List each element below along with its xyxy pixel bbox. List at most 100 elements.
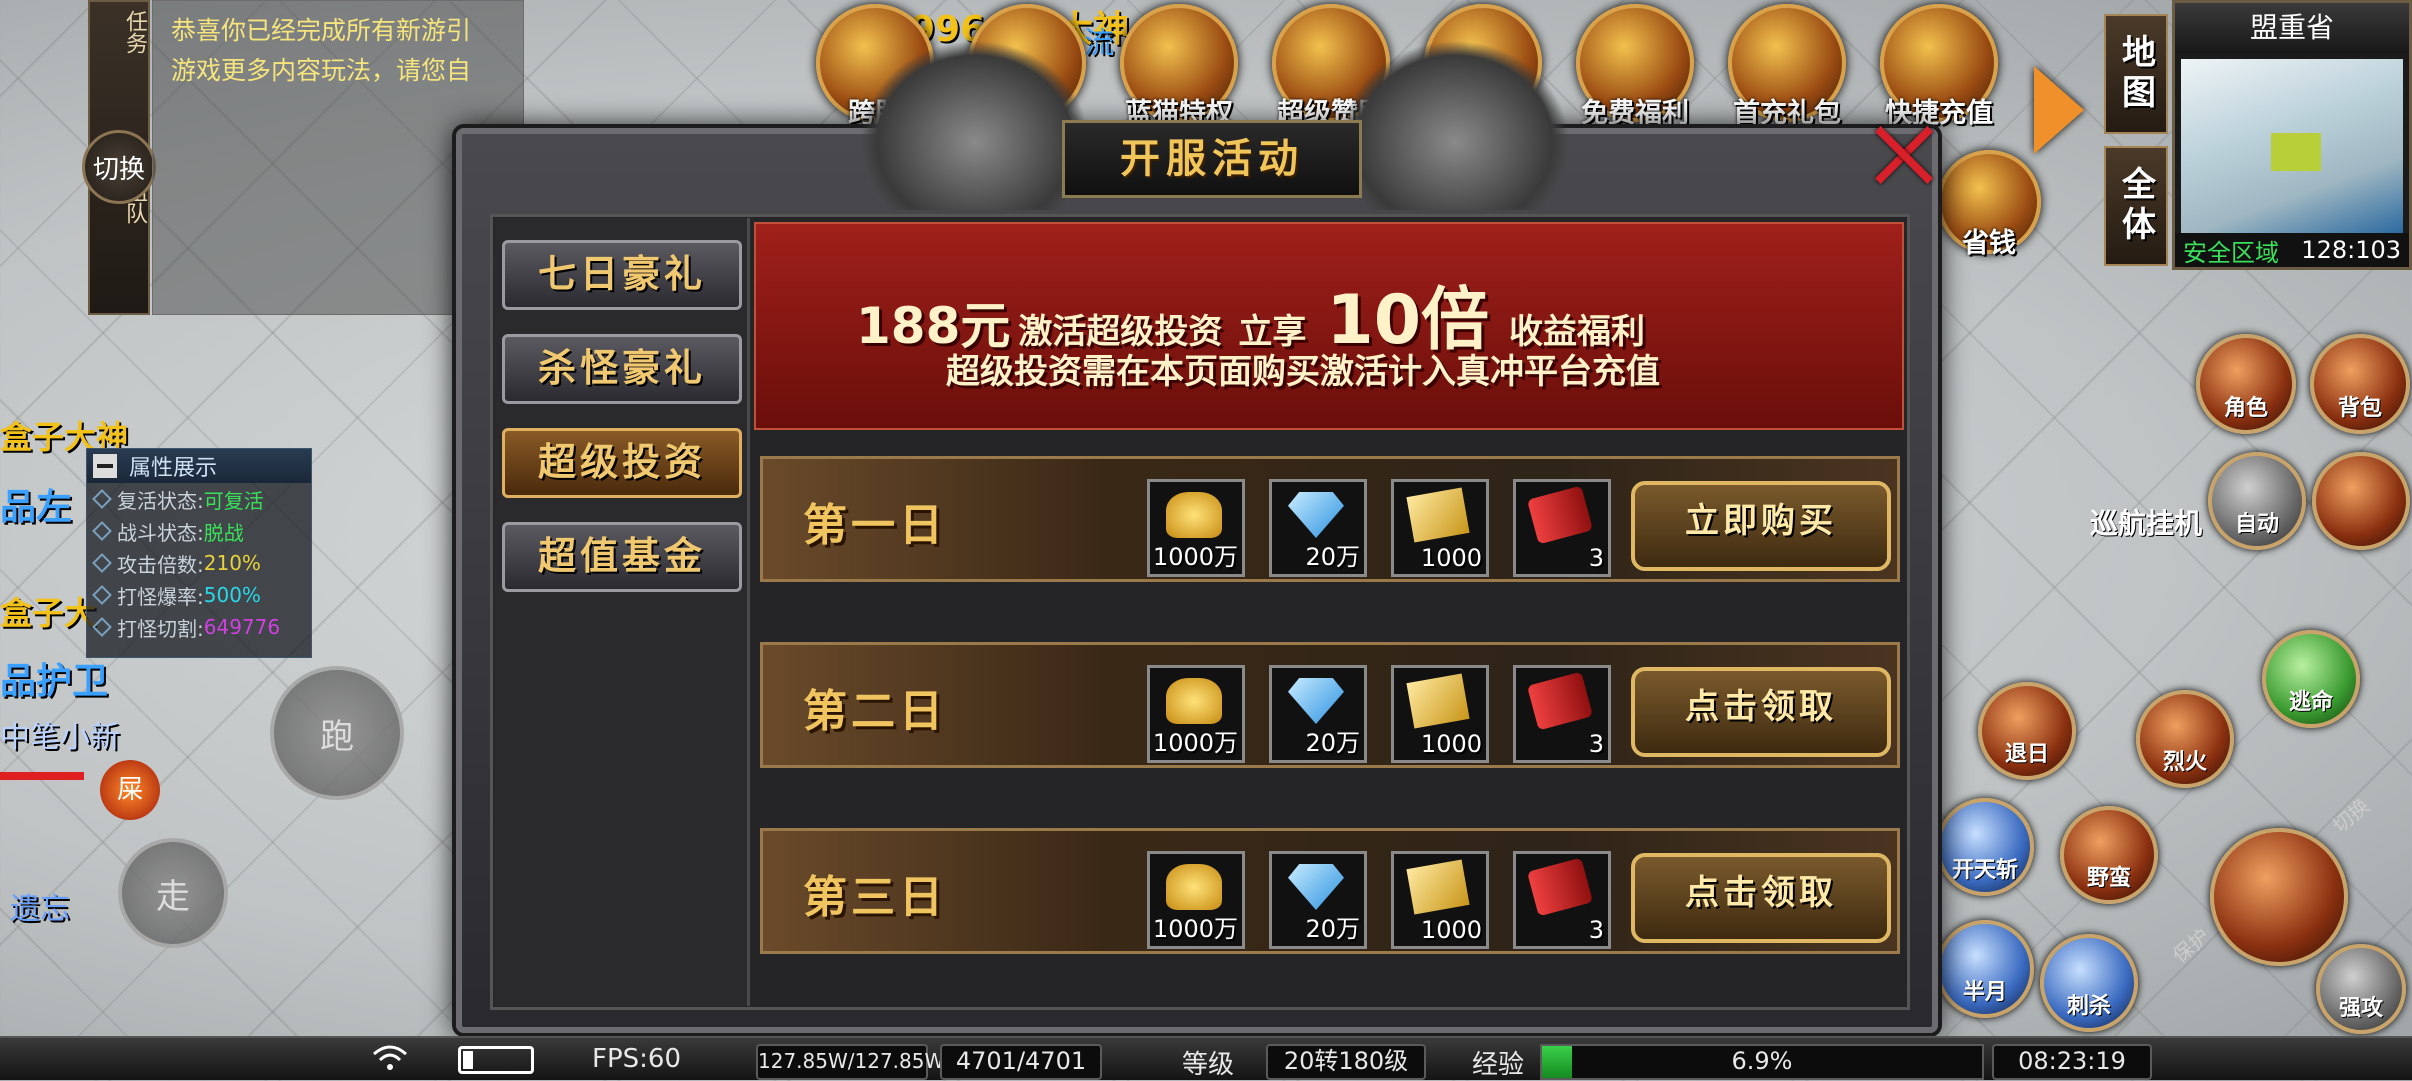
reward-item[interactable]: 1000万 <box>1147 479 1245 577</box>
reward-item[interactable]: 1000 <box>1391 665 1489 763</box>
attr-key: 打怪爆率: <box>117 584 204 609</box>
tab-kill-monster-gift[interactable]: 杀怪豪礼 <box>502 334 742 404</box>
fire-orb-icon[interactable]: 屎 <box>100 760 160 820</box>
walk-button[interactable]: 走 <box>118 838 228 948</box>
item-count: 1000 <box>1420 916 1482 944</box>
power-value: 127.85W/127.85W <box>756 1044 944 1080</box>
attribute-header[interactable]: 属性展示 <box>87 449 311 483</box>
character-button[interactable]: 角色 <box>2196 334 2296 434</box>
blue-cat-privilege-icon[interactable]: 蓝猫特权 <box>1116 4 1242 130</box>
tab-seven-day-gift[interactable]: 七日豪礼 <box>502 240 742 310</box>
map-button[interactable]: 地图 <box>2104 14 2168 134</box>
item-count: 1000万 <box>1152 543 1238 571</box>
buy-now-button[interactable]: 立即购买 <box>1631 481 1891 571</box>
fps-label: FPS:60 <box>592 1044 681 1074</box>
exp-percent: 6.9% <box>1731 1047 1793 1075</box>
claim-button[interactable]: 点击领取 <box>1631 667 1891 757</box>
first-recharge-icon[interactable]: 首充礼包 <box>1724 4 1850 130</box>
item-count: 3 <box>1588 730 1604 758</box>
open-sky-skill[interactable]: 开天斩 <box>1936 798 2034 896</box>
compass-icon[interactable] <box>2312 452 2410 550</box>
reward-item[interactable]: 20万 <box>1269 851 1367 949</box>
auto-button[interactable]: 自动 <box>2208 452 2306 550</box>
diamond-icon <box>1288 864 1344 910</box>
reward-item[interactable]: 20万 <box>1269 665 1367 763</box>
reward-item[interactable]: 1000万 <box>1147 851 1245 949</box>
diamond-icon <box>1288 678 1344 724</box>
tab-value-fund[interactable]: 超值基金 <box>502 522 742 592</box>
gold-note-icon <box>1406 859 1470 915</box>
item-count: 20万 <box>1305 915 1360 943</box>
dragon-ornament-icon <box>1340 40 1570 210</box>
close-icon[interactable] <box>1866 118 1940 192</box>
quick-recharge-icon[interactable]: 快捷充值 <box>1876 4 2002 130</box>
attribute-panel: 属性展示 复活状态: 可复活 战斗状态: 脱战 攻击倍数: 210% 打怪爆率: 500… <box>86 448 312 658</box>
minimap-marker <box>2271 133 2321 171</box>
attr-value: 可复活 <box>203 488 264 513</box>
attr-key: 打怪切割: <box>117 616 204 641</box>
investment-banner: 188元 激活超级投资 立享 10倍 收益福利 超级投资需在本页面购买激活计入真冲平台充… <box>754 222 1904 430</box>
status-bar: FPS:60 127.85W/127.85W 4701/4701 等级 20转1… <box>0 1036 2412 1080</box>
reward-item[interactable]: 3 <box>1513 479 1611 577</box>
exp-bar: 6.9% <box>1540 1044 1984 1080</box>
save-money-icon[interactable]: 省钱 <box>1934 150 2044 260</box>
day-row: 第二日 1000万 20万 1000 3 点击领取 <box>760 642 1900 768</box>
all-button[interactable]: 全体 <box>2104 146 2168 266</box>
attack-mode-button[interactable]: 强攻 <box>2316 944 2406 1034</box>
tab-super-investment[interactable]: 超级投资 <box>502 428 742 498</box>
attr-key: 复活状态: <box>117 488 204 513</box>
red-scroll-icon <box>1527 857 1593 917</box>
collapse-icon[interactable] <box>93 454 117 478</box>
diamond-icon <box>92 617 112 637</box>
run-button[interactable]: 跑 <box>270 666 404 800</box>
free-welfare-icon[interactable]: 免费福利 <box>1572 4 1698 130</box>
player-name: 盒子大 <box>0 594 97 632</box>
diamond-icon <box>92 553 112 573</box>
wifi-icon <box>372 1044 408 1072</box>
barbarian-skill[interactable]: 野蛮 <box>2060 806 2158 904</box>
day-row: 第一日 1000万 20万 1000 3 立即购买 <box>760 456 1900 582</box>
icon-label: 免费福利 <box>1581 98 1689 129</box>
stab-skill[interactable]: 刺杀 <box>2040 934 2138 1032</box>
attr-value: 210% <box>203 551 261 575</box>
player-rank: 品护卫 <box>0 661 109 702</box>
attribute-row: 复活状态: 可复活 <box>87 483 311 515</box>
gold-ingot-icon <box>1166 678 1222 724</box>
clock: 08:23:19 <box>1992 1044 2152 1080</box>
reward-item[interactable]: 20万 <box>1269 479 1367 577</box>
guard-label: 保护 <box>2167 923 2214 968</box>
level-value: 20转180级 <box>1266 1044 1426 1080</box>
claim-button[interactable]: 点击领取 <box>1631 853 1891 943</box>
minimap-view[interactable] <box>2181 59 2403 233</box>
red-scroll-icon <box>1527 485 1593 545</box>
expand-arrow-icon[interactable] <box>2034 66 2084 154</box>
attribute-row: 攻击倍数: 210% <box>87 547 311 579</box>
half-moon-skill[interactable]: 半月 <box>1936 920 2034 1018</box>
tab-task[interactable]: 任务 <box>90 10 148 54</box>
diamond-icon <box>1288 492 1344 538</box>
item-count: 1000 <box>1420 730 1482 758</box>
attr-value: 500% <box>203 583 261 607</box>
icon-label: 首充礼包 <box>1733 98 1841 129</box>
item-count: 20万 <box>1305 543 1360 571</box>
gold-note-icon <box>1406 487 1470 543</box>
attr-key: 攻击倍数: <box>117 552 204 577</box>
escape-skill[interactable]: 逃命 <box>2262 630 2360 728</box>
minimap-region: 盟重省 <box>2175 3 2409 53</box>
retreat-skill[interactable]: 退日 <box>1978 682 2076 780</box>
banner-subtext: 超级投资需在本页面购买激活计入真冲平台充值 <box>946 352 1660 392</box>
day-label: 第一日 <box>803 500 947 551</box>
quest-text-line: 游戏更多内容玩法，请您自 <box>171 56 472 85</box>
switch-button[interactable]: 切换 <box>82 130 156 204</box>
attribute-row: 打怪切割: 649776 <box>87 611 311 643</box>
reward-item[interactable]: 1000 <box>1391 479 1489 577</box>
reward-item[interactable]: 3 <box>1513 665 1611 763</box>
minimap[interactable]: 盟重省 安全区域 128:103 <box>2172 0 2412 270</box>
reward-item[interactable]: 1000万 <box>1147 665 1245 763</box>
reward-item[interactable]: 3 <box>1513 851 1611 949</box>
auto-patrol-button[interactable]: 巡航挂机 <box>2086 450 2206 550</box>
flame-skill[interactable]: 烈火 <box>2136 690 2234 788</box>
reward-item[interactable]: 1000 <box>1391 851 1489 949</box>
main-attack-button[interactable] <box>2210 828 2348 966</box>
bag-button[interactable]: 背包 <box>2310 334 2410 434</box>
